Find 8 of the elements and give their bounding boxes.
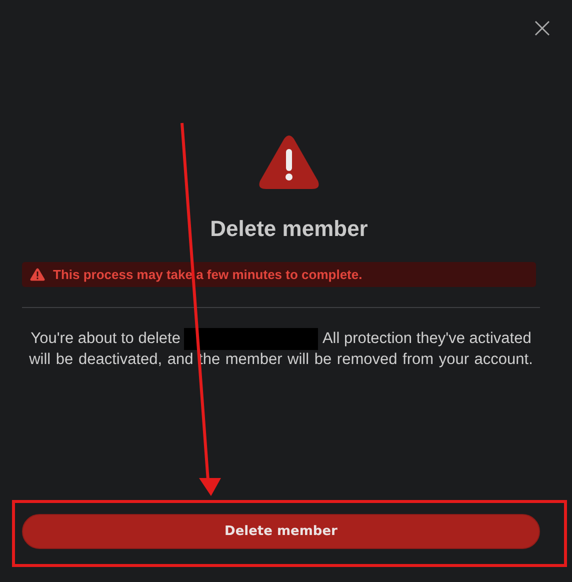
message-text: All protection they've activated [322,329,532,349]
close-button[interactable]: × [528,16,556,40]
warning-icon [258,135,320,190]
dialog-title: Delete member [210,216,368,242]
alert-text: This process may take a few minutes to complete. [53,267,362,282]
warning-icon [30,268,45,281]
delete-member-button[interactable]: Delete member [22,514,540,549]
message-text: You're about to delete [30,329,180,349]
